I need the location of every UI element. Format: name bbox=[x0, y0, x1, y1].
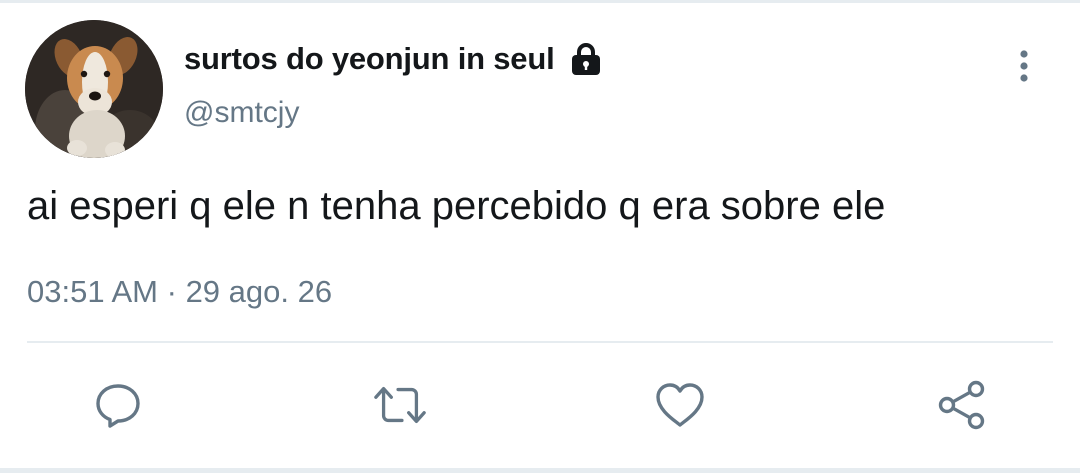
meta-separator: · bbox=[166, 274, 177, 309]
avatar[interactable] bbox=[25, 20, 163, 158]
dog-photo-avatar-icon bbox=[25, 20, 163, 158]
tweet-date: 29 ago. 26 bbox=[185, 274, 333, 309]
reply-button[interactable] bbox=[90, 378, 146, 432]
retweet-button[interactable] bbox=[372, 378, 428, 432]
tweet-timestamp: 03:51 AM · 29 ago. 26 bbox=[27, 274, 332, 310]
share-button[interactable] bbox=[934, 378, 990, 432]
actions-divider bbox=[27, 341, 1053, 343]
author-row: surtos do yeonjun in seul bbox=[184, 36, 604, 82]
display-name[interactable]: surtos do yeonjun in seul bbox=[184, 41, 555, 77]
handle[interactable]: @smtcjy bbox=[184, 96, 299, 130]
reply-icon bbox=[96, 384, 140, 428]
more-vertical-icon[interactable] bbox=[1006, 46, 1042, 86]
bottom-divider bbox=[0, 468, 1080, 473]
share-icon bbox=[938, 380, 985, 430]
tweet-time: 03:51 AM bbox=[27, 274, 158, 309]
like-button[interactable] bbox=[652, 378, 708, 432]
tweet-text: ai esperi q ele n tenha percebido q era … bbox=[27, 184, 886, 228]
lock-icon bbox=[568, 42, 604, 76]
like-icon bbox=[656, 383, 704, 427]
retweet-icon bbox=[374, 386, 426, 424]
top-divider bbox=[0, 0, 1080, 3]
